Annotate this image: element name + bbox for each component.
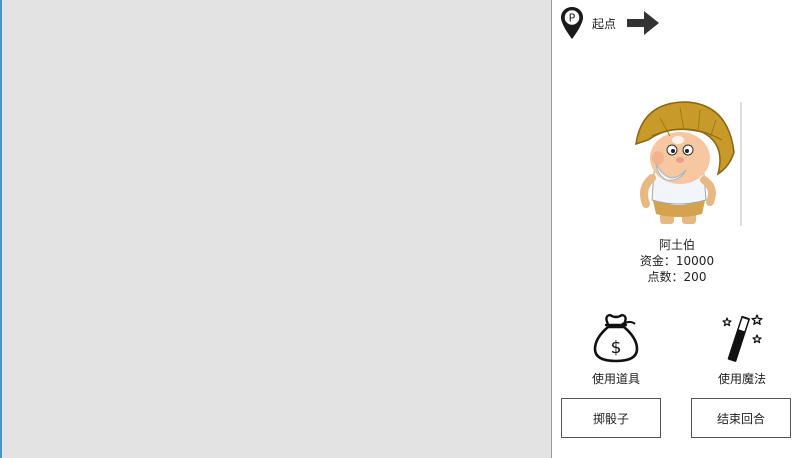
money-bag-icon: $ [593, 313, 639, 363]
roll-dice-button[interactable]: 掷骰子 [561, 398, 661, 438]
magic-wand-icon [722, 314, 763, 362]
location-pin-icon: P [561, 7, 583, 39]
player-money: 资金：10000 [639, 254, 715, 268]
use-item-button[interactable]: $ 使用道具 [566, 312, 666, 387]
svg-text:$: $ [611, 338, 622, 358]
player-points: 点数：200 [647, 270, 707, 284]
use-magic-label: 使用魔法 [717, 372, 766, 386]
player-info: 阿土伯 资金：10000 点数：200 [552, 237, 802, 285]
location-indicator: P 起点 [560, 6, 660, 40]
svg-text:P: P [569, 12, 576, 25]
end-turn-button[interactable]: 结束回合 [691, 398, 791, 438]
use-item-label: 使用道具 [591, 372, 640, 386]
game-board[interactable] [0, 0, 551, 458]
player-panel: P 起点 阿土伯 资金：10000 点数：200 $ 使用道具 使用魔法 掷骰子… [551, 0, 802, 458]
player-name: 阿土伯 [658, 238, 695, 252]
player-avatar [635, 101, 742, 226]
use-magic-button[interactable]: 使用魔法 [692, 312, 792, 387]
location-name: 起点 [592, 16, 617, 31]
arrow-right-icon [627, 11, 660, 35]
